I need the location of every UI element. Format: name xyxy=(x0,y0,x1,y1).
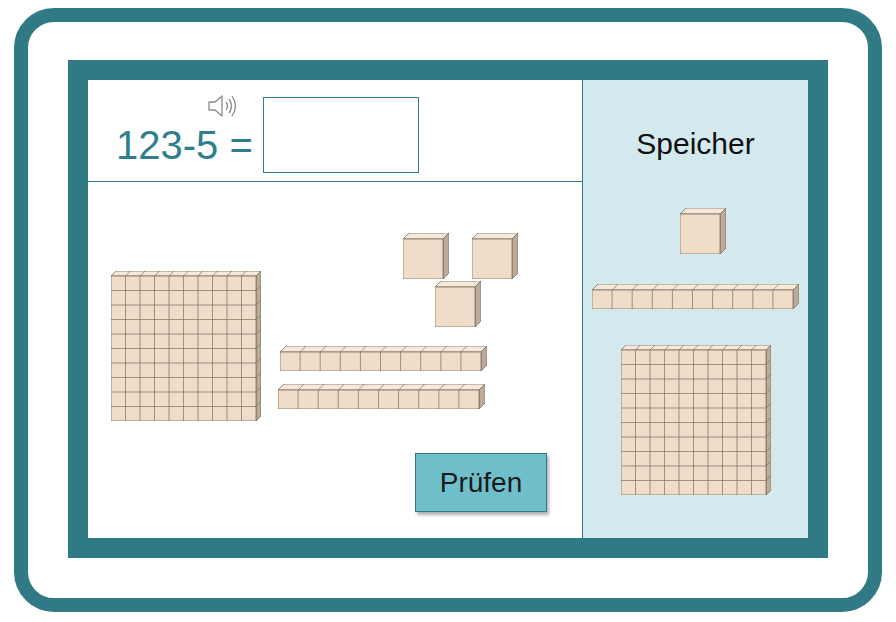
speaker-icon[interactable] xyxy=(206,93,242,119)
ten-block[interactable] xyxy=(280,346,487,371)
answer-field[interactable] xyxy=(263,97,419,173)
workspace: Prüfen xyxy=(88,182,582,538)
screen: 123-5 = Prüfen Speicher xyxy=(0,0,896,622)
storage-hundred-block[interactable] xyxy=(621,345,771,495)
storage-panel: Speicher xyxy=(583,80,808,538)
equation: 123-5 = xyxy=(116,121,253,173)
one-block[interactable] xyxy=(403,233,449,279)
storage-ten-block[interactable] xyxy=(592,284,799,309)
check-button[interactable]: Prüfen xyxy=(415,453,547,512)
app-frame: 123-5 = Prüfen Speicher xyxy=(68,60,828,558)
device-frame: 123-5 = Prüfen Speicher xyxy=(14,8,882,612)
hundred-block[interactable] xyxy=(111,271,261,421)
storage-title: Speicher xyxy=(636,126,754,162)
work-panel: 123-5 = Prüfen xyxy=(88,80,583,538)
ten-block[interactable] xyxy=(278,384,485,409)
one-block[interactable] xyxy=(435,281,481,327)
exercise-header: 123-5 = xyxy=(88,80,582,182)
storage-one-block[interactable] xyxy=(680,208,726,254)
one-block[interactable] xyxy=(472,233,518,279)
